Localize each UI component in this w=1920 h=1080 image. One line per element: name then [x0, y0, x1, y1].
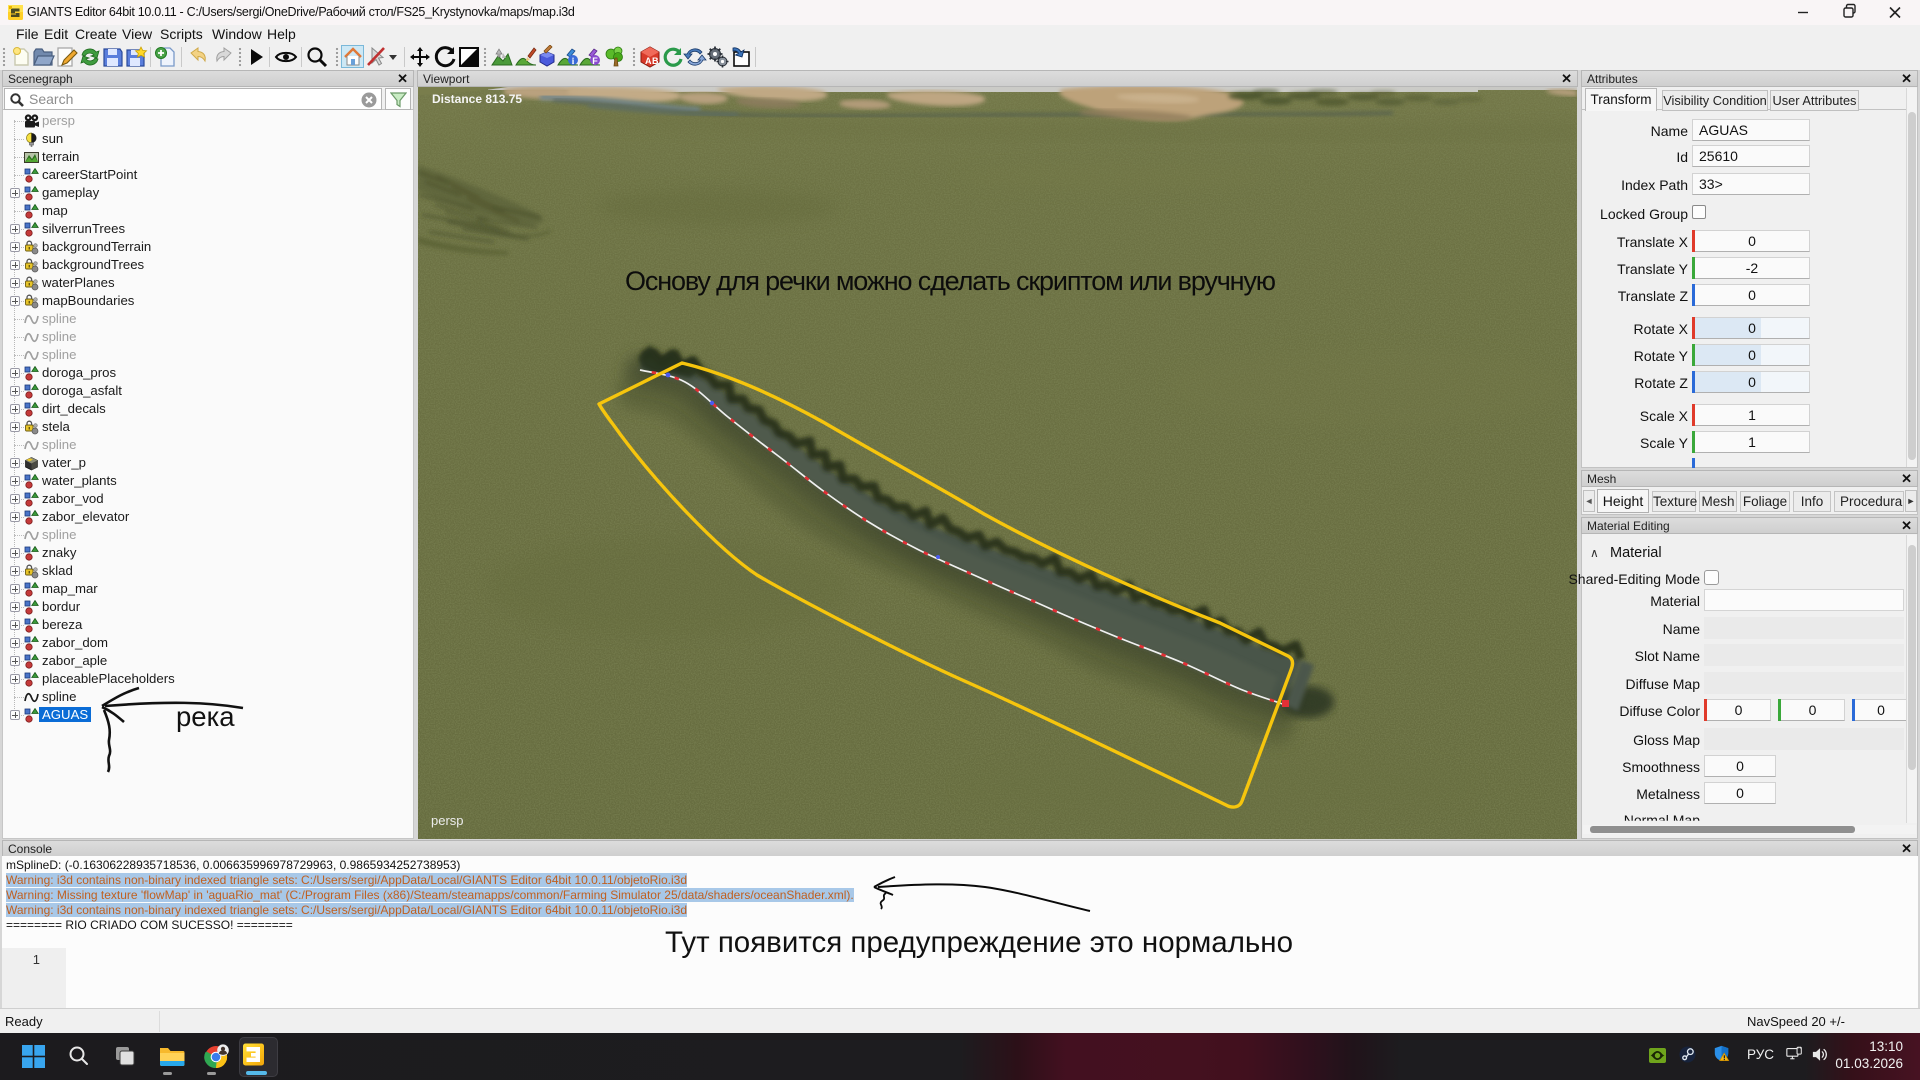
- svg-text:Distance 813.75: Distance 813.75: [432, 92, 522, 106]
- svg-text:река: река: [176, 701, 235, 732]
- svg-text:B: B: [652, 56, 659, 66]
- svg-text:Основу для речки можно сделать: Основу для речки можно сделать скриптом …: [625, 266, 1276, 296]
- svg-text:persp: persp: [431, 813, 464, 828]
- svg-text:A: A: [645, 56, 652, 66]
- svg-text:F: F: [592, 56, 598, 66]
